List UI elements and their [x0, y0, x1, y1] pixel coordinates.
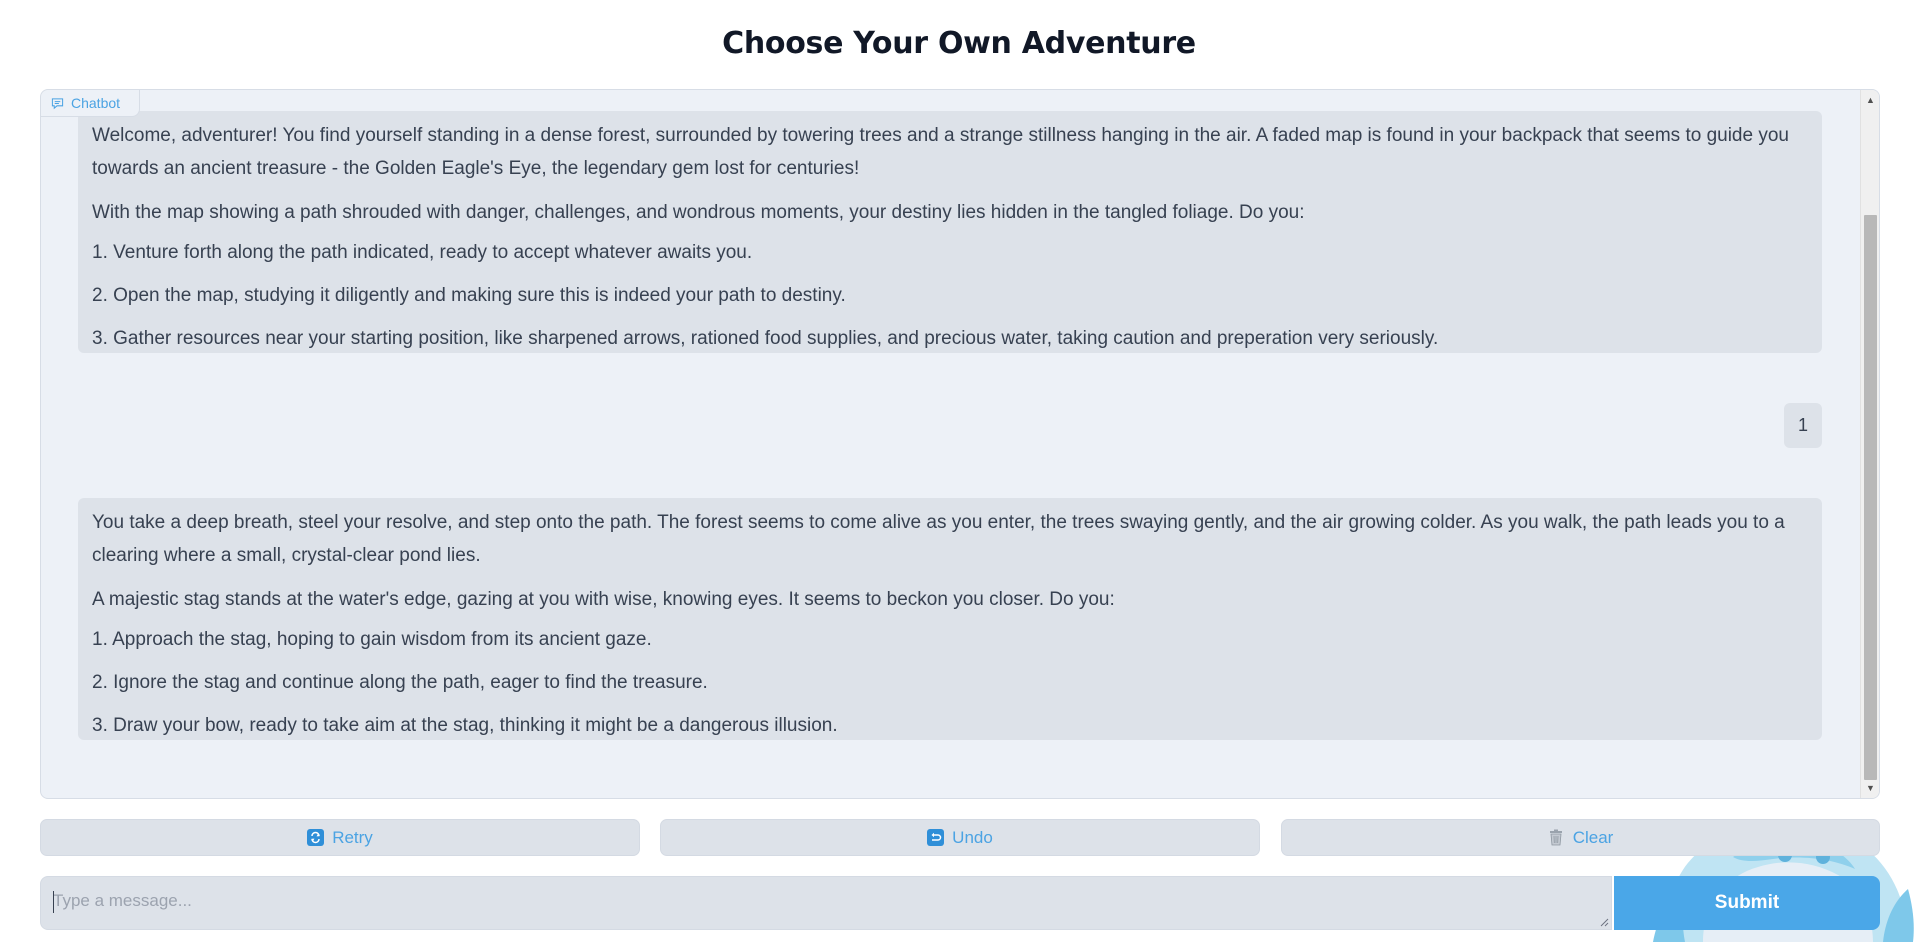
- user-message: 1: [1784, 403, 1822, 448]
- resize-handle-icon[interactable]: [1599, 917, 1609, 927]
- bot-message: Welcome, adventurer! You find yourself s…: [78, 111, 1822, 353]
- message-paragraph: A majestic stag stands at the water's ed…: [92, 589, 1115, 610]
- text-cursor: [53, 891, 54, 913]
- message-option: 1. Approach the stag, hoping to gain wis…: [92, 629, 652, 650]
- undo-icon: [927, 829, 945, 846]
- undo-button[interactable]: Undo: [660, 819, 1260, 856]
- scroll-up-arrow-icon[interactable]: ▲: [1861, 93, 1879, 107]
- chatbot-panel: Chatbot Welcome, adventurer! You find yo…: [40, 89, 1880, 799]
- message-option: 2. Ignore the stag and continue along th…: [92, 672, 708, 693]
- retry-icon: [307, 829, 325, 846]
- message-paragraph: With the map showing a path shrouded wit…: [92, 202, 1305, 223]
- message-input-container: [40, 876, 1612, 930]
- scroll-down-arrow-icon[interactable]: ▼: [1861, 781, 1879, 795]
- chatbot-label-text: Chatbot: [71, 95, 121, 111]
- submit-button[interactable]: Submit: [1614, 876, 1880, 930]
- clear-button[interactable]: Clear: [1281, 819, 1880, 856]
- page-title: Choose Your Own Adventure: [722, 26, 1196, 61]
- trash-icon: [1548, 829, 1565, 846]
- message-option: 3. Gather resources near your starting p…: [92, 328, 1439, 349]
- message-input[interactable]: [41, 877, 1611, 929]
- chat-scrollbar[interactable]: ▲ ▼: [1860, 90, 1879, 798]
- chatbot-label: Chatbot: [41, 90, 140, 117]
- bot-message: You take a deep breath, steel your resol…: [78, 498, 1822, 740]
- retry-button[interactable]: Retry: [40, 819, 640, 856]
- chat-bubble-icon: [51, 97, 64, 109]
- message-paragraph: You take a deep breath, steel your resol…: [92, 512, 1785, 566]
- message-option: 1. Venture forth along the path indicate…: [92, 242, 753, 263]
- retry-label: Retry: [332, 827, 373, 847]
- scroll-thumb[interactable]: [1864, 215, 1877, 780]
- undo-label: Undo: [952, 827, 993, 847]
- message-paragraph: Welcome, adventurer! You find yourself s…: [92, 125, 1789, 179]
- clear-label: Clear: [1572, 827, 1614, 847]
- message-option: 2. Open the map, studying it diligently …: [92, 285, 846, 306]
- message-option: 3. Draw your bow, ready to take aim at t…: [92, 715, 838, 736]
